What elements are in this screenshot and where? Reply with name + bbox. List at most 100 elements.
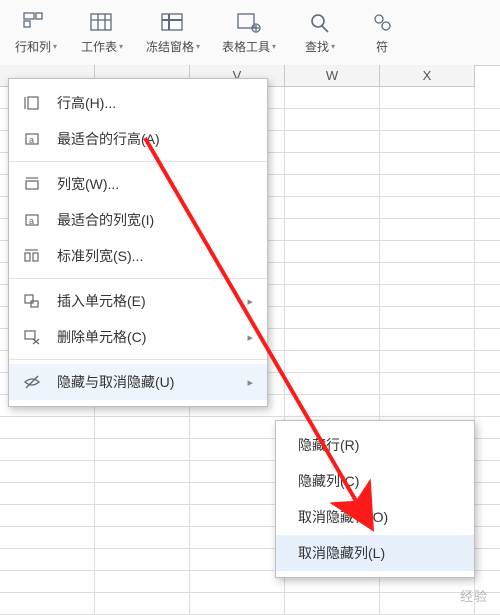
toolbar-symbol[interactable]: 符 (356, 4, 408, 59)
cell[interactable] (95, 461, 190, 483)
cell[interactable] (475, 483, 500, 505)
cell[interactable] (95, 593, 190, 615)
cell[interactable] (285, 197, 380, 219)
submenu-unhide-row[interactable]: 取消隐藏行(O) (276, 499, 474, 535)
cell[interactable] (380, 263, 475, 285)
menu-std-col[interactable]: 标准列宽(S)... (9, 238, 267, 274)
cell[interactable] (475, 395, 500, 417)
cell[interactable] (190, 483, 285, 505)
cell[interactable] (475, 109, 500, 131)
cell[interactable] (285, 593, 380, 615)
cell[interactable] (380, 329, 475, 351)
col-header[interactable]: W (285, 65, 380, 87)
cell[interactable] (475, 329, 500, 351)
cell[interactable] (475, 527, 500, 549)
cell[interactable] (190, 461, 285, 483)
menu-col-width[interactable]: 列宽(W)... (9, 166, 267, 202)
cell[interactable] (475, 241, 500, 263)
cell[interactable] (475, 307, 500, 329)
cell[interactable] (0, 549, 95, 571)
toolbar-rowcol[interactable]: 行和列▾ (6, 4, 66, 59)
cell[interactable] (190, 439, 285, 461)
cell[interactable] (285, 241, 380, 263)
cell[interactable] (190, 593, 285, 615)
cell[interactable] (475, 351, 500, 373)
cell[interactable] (380, 351, 475, 373)
cell[interactable] (285, 329, 380, 351)
cell[interactable] (380, 87, 475, 109)
cell[interactable] (285, 87, 380, 109)
menu-autofit-row[interactable]: a 最适合的行高(A) (9, 121, 267, 157)
cell[interactable] (475, 219, 500, 241)
cell[interactable] (380, 285, 475, 307)
toolbar-tabletools[interactable]: 表格工具▾ (214, 4, 284, 59)
cell[interactable] (285, 263, 380, 285)
cell[interactable] (475, 153, 500, 175)
cell[interactable] (475, 549, 500, 571)
cell[interactable] (285, 351, 380, 373)
toolbar-find[interactable]: 查找▾ (290, 4, 350, 59)
cell[interactable] (380, 219, 475, 241)
cell[interactable] (95, 527, 190, 549)
cell[interactable] (475, 131, 500, 153)
cell[interactable] (285, 109, 380, 131)
cell[interactable] (190, 505, 285, 527)
cell[interactable] (95, 417, 190, 439)
cell[interactable] (95, 549, 190, 571)
cell[interactable] (0, 571, 95, 593)
menu-autofit-col[interactable]: a 最适合的列宽(I) (9, 202, 267, 238)
col-header[interactable]: X (380, 65, 475, 87)
cell[interactable] (95, 483, 190, 505)
cell[interactable] (475, 285, 500, 307)
submenu-hide-row[interactable]: 隐藏行(R) (276, 427, 474, 463)
cell[interactable] (190, 417, 285, 439)
cell[interactable] (0, 461, 95, 483)
cell[interactable] (285, 395, 380, 417)
menu-insert-cell[interactable]: 插入单元格(E) ▸ (9, 283, 267, 319)
cell[interactable] (475, 197, 500, 219)
cell[interactable] (380, 307, 475, 329)
cell[interactable] (190, 527, 285, 549)
cell[interactable] (285, 285, 380, 307)
cell[interactable] (380, 175, 475, 197)
cell[interactable] (475, 175, 500, 197)
cell[interactable] (0, 505, 95, 527)
cell[interactable] (0, 527, 95, 549)
cell[interactable] (475, 439, 500, 461)
cell[interactable] (285, 373, 380, 395)
cell[interactable] (95, 571, 190, 593)
cell[interactable] (285, 175, 380, 197)
cell[interactable] (475, 461, 500, 483)
cell[interactable] (190, 549, 285, 571)
cell[interactable] (380, 153, 475, 175)
cell[interactable] (380, 109, 475, 131)
cell[interactable] (0, 593, 95, 615)
menu-row-height[interactable]: 行高(H)... (9, 85, 267, 121)
toolbar-freeze[interactable]: 冻结窗格▾ (138, 4, 208, 59)
cell[interactable] (475, 87, 500, 109)
cell[interactable] (475, 505, 500, 527)
cell[interactable] (0, 483, 95, 505)
cell[interactable] (475, 417, 500, 439)
cell[interactable] (0, 417, 95, 439)
cell[interactable] (380, 197, 475, 219)
cell[interactable] (380, 131, 475, 153)
cell[interactable] (285, 219, 380, 241)
cell[interactable] (380, 241, 475, 263)
cell[interactable] (475, 263, 500, 285)
cell[interactable] (0, 439, 95, 461)
submenu-unhide-col[interactable]: 取消隐藏列(L) (276, 535, 474, 571)
cell[interactable] (380, 373, 475, 395)
cell[interactable] (95, 505, 190, 527)
toolbar-worksheet[interactable]: 工作表▾ (72, 4, 132, 59)
menu-hide-unhide[interactable]: 隐藏与取消隐藏(U) ▸ (9, 364, 267, 400)
cell[interactable] (190, 571, 285, 593)
cell[interactable] (285, 307, 380, 329)
cell[interactable] (475, 373, 500, 395)
cell[interactable] (380, 395, 475, 417)
cell[interactable] (285, 153, 380, 175)
submenu-hide-col[interactable]: 隐藏列(C) (276, 463, 474, 499)
cell[interactable] (285, 131, 380, 153)
cell[interactable] (95, 439, 190, 461)
menu-delete-cell[interactable]: 删除单元格(C) ▸ (9, 319, 267, 355)
